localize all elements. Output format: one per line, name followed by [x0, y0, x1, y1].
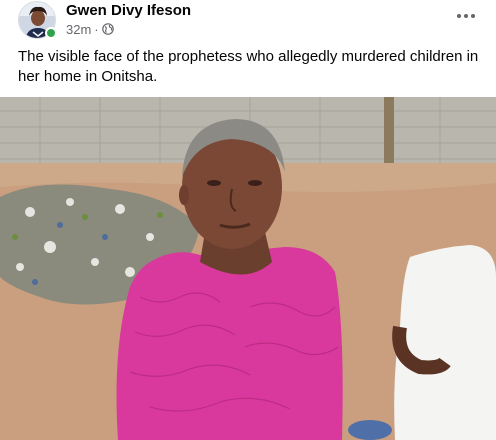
more-options-icon[interactable] [452, 6, 480, 26]
post-caption: The visible face of the prophetess who a… [18, 48, 479, 85]
post-header: Gwen Divy Ifeson 32m · [0, 0, 496, 42]
feed-post: Gwen Divy Ifeson 32m · The visible face … [0, 0, 496, 440]
meta-separator: · [94, 21, 99, 37]
author-avatar[interactable] [18, 1, 57, 39]
globe-icon[interactable] [101, 23, 114, 35]
author-name[interactable]: Gwen Divy Ifeson [66, 2, 191, 19]
post-photo[interactable] [0, 97, 496, 440]
post-meta: 32m · [66, 21, 114, 37]
post-timestamp[interactable]: 32m [66, 22, 91, 37]
online-status-indicator [45, 27, 57, 39]
